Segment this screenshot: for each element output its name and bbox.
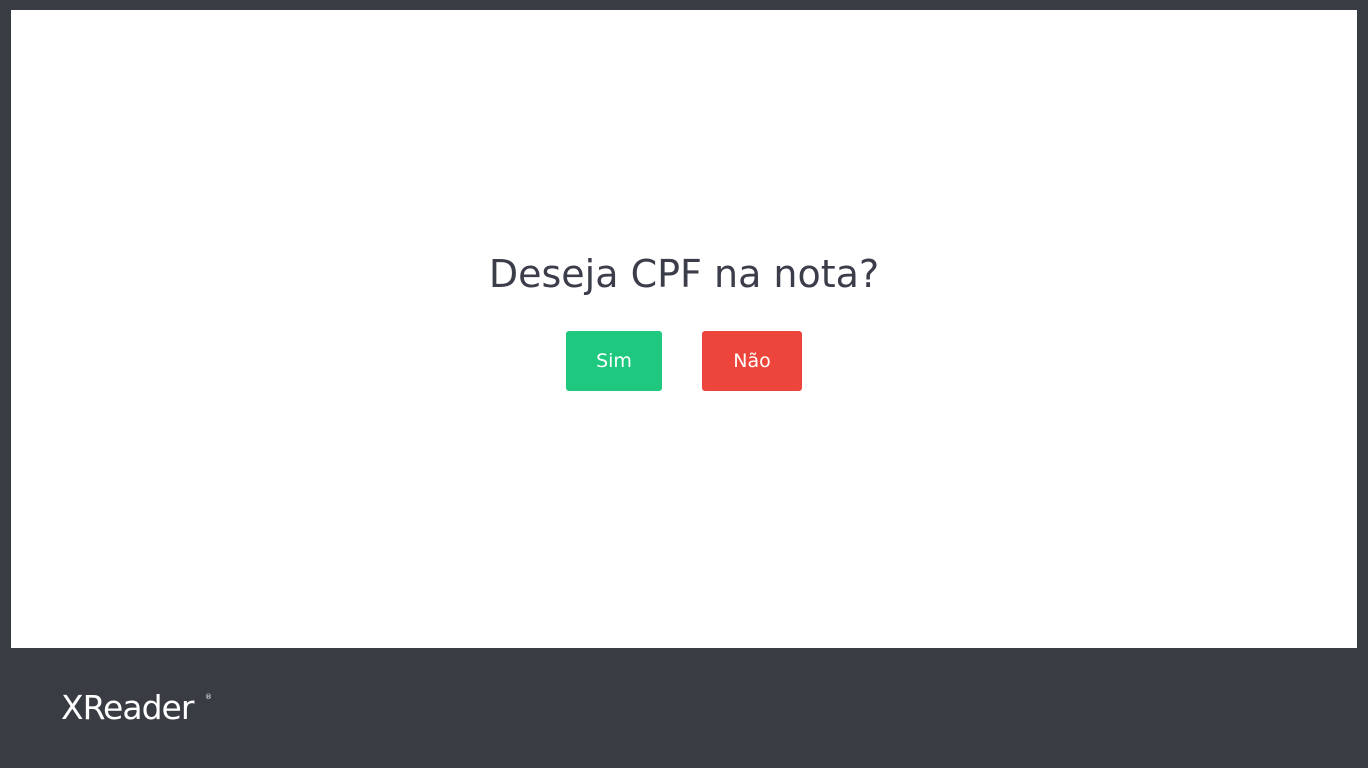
content-panel: Deseja CPF na nota? Sim Não (11, 10, 1357, 648)
yes-button[interactable]: Sim (566, 331, 662, 391)
app-frame: Deseja CPF na nota? Sim Não XReader ® (0, 0, 1368, 768)
brand-logo: XReader (61, 688, 194, 727)
footer-bar: XReader ® (0, 648, 1368, 768)
question-text: Deseja CPF na nota? (488, 252, 880, 296)
no-button[interactable]: Não (702, 331, 802, 391)
registered-mark: ® (205, 693, 212, 701)
